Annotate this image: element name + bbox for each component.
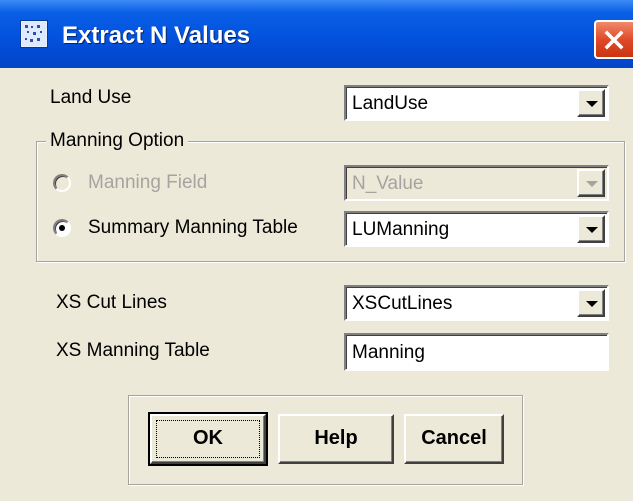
xs-cut-lines-label: XS Cut Lines xyxy=(56,292,167,313)
land-use-value: LandUse xyxy=(352,93,429,114)
manning-field-select[interactable]: N_Value xyxy=(344,165,609,201)
chevron-down-icon[interactable] xyxy=(577,89,605,117)
close-icon xyxy=(604,30,624,50)
manning-field-label: Manning Field xyxy=(88,172,208,193)
focus-rectangle xyxy=(156,420,260,458)
cancel-button-label: Cancel xyxy=(421,427,487,449)
chevron-down-icon[interactable] xyxy=(577,289,605,317)
xs-cut-lines-select[interactable]: XSCutLines xyxy=(344,285,609,321)
help-button[interactable]: Help xyxy=(278,414,394,464)
title-bar[interactable]: Extract N Values xyxy=(0,0,633,68)
summary-manning-table-select[interactable]: LUManning xyxy=(344,211,609,247)
summary-manning-table-value: LUManning xyxy=(352,219,450,240)
land-use-label: Land Use xyxy=(50,87,132,108)
help-button-label: Help xyxy=(314,427,358,449)
manning-field-value: N_Value xyxy=(352,173,424,194)
cancel-button[interactable]: Cancel xyxy=(404,414,504,464)
manning-option-legend: Manning Option xyxy=(46,129,189,153)
close-button[interactable] xyxy=(594,20,633,59)
xs-cut-lines-value: XSCutLines xyxy=(352,293,453,314)
radio-selected-dot xyxy=(59,225,65,231)
summary-manning-table-radio[interactable] xyxy=(53,219,71,237)
window-title: Extract N Values xyxy=(62,22,251,49)
xs-manning-table-input[interactable]: Manning xyxy=(344,333,609,371)
xs-manning-table-label: XS Manning Table xyxy=(56,340,210,361)
chevron-down-icon[interactable] xyxy=(577,215,605,243)
xs-manning-table-value: Manning xyxy=(352,342,425,363)
manning-field-radio[interactable] xyxy=(53,174,71,192)
chevron-down-icon[interactable] xyxy=(577,169,605,197)
land-use-select[interactable]: LandUse xyxy=(344,85,609,121)
ok-button[interactable]: OK xyxy=(148,412,268,466)
grid-map-icon xyxy=(20,20,48,48)
summary-manning-table-label: Summary Manning Table xyxy=(88,217,298,238)
